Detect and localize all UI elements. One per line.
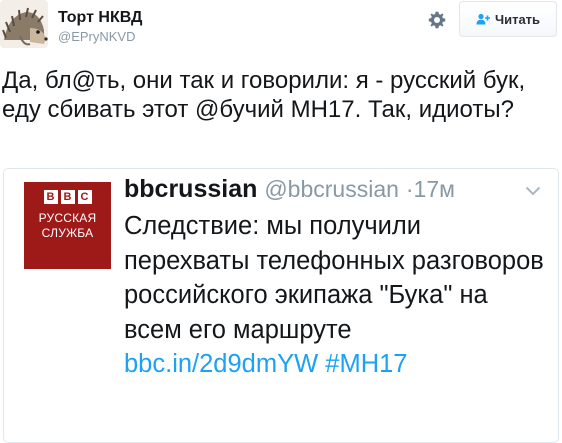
quoted-handle[interactable]: @bbcrussian [264, 176, 399, 202]
quoted-separator: · [405, 176, 414, 202]
bbc-letter: B [43, 190, 58, 204]
follow-label: Читать [494, 11, 541, 27]
author-handle[interactable]: @EPryNKVD [58, 29, 142, 45]
gear-icon [428, 11, 446, 29]
quoted-hashtag-link[interactable]: #MH17 [325, 350, 407, 378]
bbc-logo-line1: РУССКАЯ [38, 211, 97, 225]
avatar[interactable] [0, 0, 48, 48]
quoted-tweet[interactable]: B B C РУССКАЯ СЛУЖБА bbcrussian @bbcruss… [3, 168, 559, 443]
quoted-body: Следствие: мы получили перехваты телефон… [124, 212, 544, 344]
bbc-logo-line2: СЛУЖБА [41, 226, 94, 240]
quoted-header: bbcrussian @bbcrussian ·17м [124, 173, 455, 205]
tweet: Торт НКВД @EPryNKVD Читать Да, бл@ть, он… [0, 0, 562, 443]
quoted-text: Следствие: мы получили перехваты телефон… [124, 209, 549, 382]
settings-button[interactable] [428, 11, 446, 29]
tweet-text: Да, бл@ть, они так и говорили: я - русск… [2, 67, 526, 123]
quoted-timestamp[interactable]: 17м [414, 176, 455, 202]
hedgehog-avatar-icon [0, 0, 48, 48]
follow-button[interactable]: Читать [459, 1, 557, 37]
chevron-down-icon [525, 186, 541, 196]
bbc-letters: B B C [24, 190, 111, 204]
bbc-letter: B [60, 190, 75, 204]
quoted-display-name[interactable]: bbcrussian [124, 175, 257, 203]
more-options-button[interactable] [525, 183, 541, 196]
author-display-name[interactable]: Торт НКВД [58, 8, 142, 28]
author-info: Торт НКВД @EPryNKVD [58, 8, 142, 45]
bbc-russian-logo[interactable]: B B C РУССКАЯ СЛУЖБА [24, 182, 111, 269]
add-user-icon [476, 13, 490, 25]
quoted-url-link[interactable]: bbc.in/2d9dmYW [124, 350, 318, 378]
bbc-letter: C [77, 190, 92, 204]
